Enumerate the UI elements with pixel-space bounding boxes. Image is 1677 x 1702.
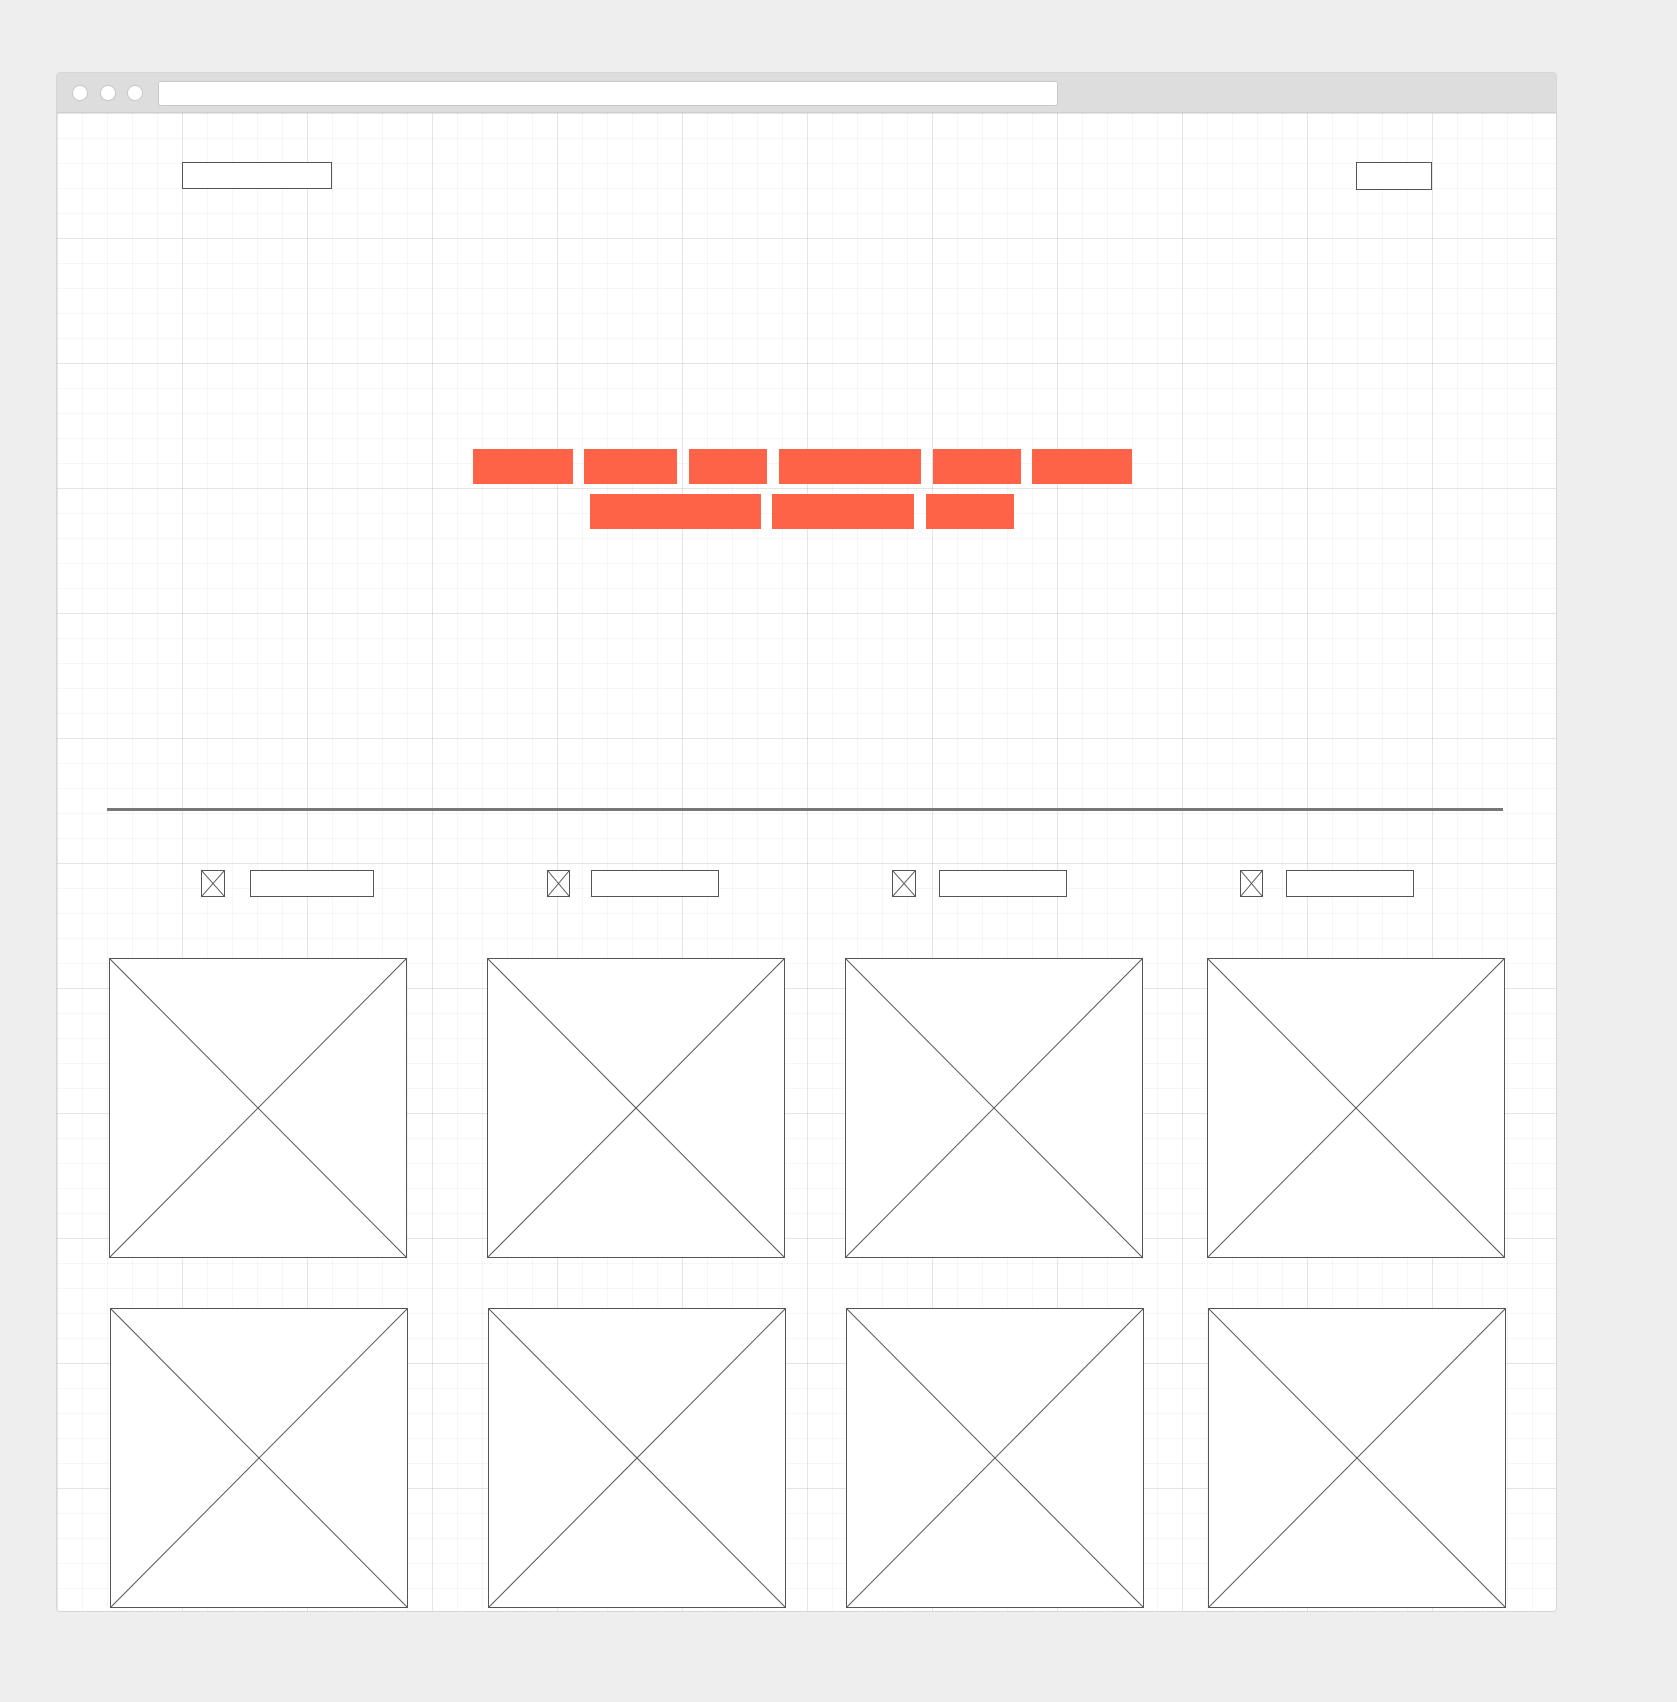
image-placeholder-icon: [111, 1309, 407, 1607]
gallery-item[interactable]: [109, 958, 407, 1258]
image-placeholder-icon: [201, 870, 225, 897]
image-placeholder-icon: [1208, 959, 1504, 1257]
logo-placeholder[interactable]: [182, 162, 332, 189]
hero-headline-word-4: [779, 449, 921, 484]
image-placeholder-icon: [489, 1309, 785, 1607]
hero-headline-word-6: [1032, 449, 1132, 484]
image-placeholder-icon: [847, 1309, 1143, 1607]
hero-headline-word-8: [772, 494, 914, 529]
hero-headline-word-7: [590, 494, 761, 529]
filter-label-2[interactable]: [591, 870, 719, 897]
maximize-dot[interactable]: [127, 85, 143, 101]
image-placeholder-icon: [1240, 870, 1263, 897]
image-placeholder-icon: [488, 959, 784, 1257]
image-placeholder-icon: [846, 959, 1142, 1257]
image-placeholder-icon: [1209, 1309, 1505, 1607]
filter-label-4[interactable]: [1286, 870, 1414, 897]
nav-button[interactable]: [1356, 162, 1432, 190]
image-placeholder-icon: [892, 870, 916, 897]
address-bar[interactable]: [158, 81, 1058, 106]
hero-headline-word-9: [926, 494, 1014, 529]
page: [0, 0, 1677, 1702]
minimize-dot[interactable]: [100, 85, 116, 101]
page-viewport: [57, 113, 1556, 1611]
image-placeholder-icon: [547, 870, 570, 897]
filter-label-3[interactable]: [939, 870, 1067, 897]
image-placeholder-icon: [110, 959, 406, 1257]
gallery-item[interactable]: [846, 1308, 1144, 1608]
browser-window: [56, 72, 1557, 1612]
gallery-item[interactable]: [1207, 958, 1505, 1258]
hero-headline-word-2: [584, 449, 677, 484]
hero-headline-word-5: [933, 449, 1021, 484]
hero-headline-word-1: [473, 449, 573, 484]
filter-label-1[interactable]: [250, 870, 374, 897]
browser-toolbar: [57, 73, 1556, 113]
close-dot[interactable]: [72, 85, 88, 101]
gallery-item[interactable]: [1208, 1308, 1506, 1608]
gallery-item[interactable]: [845, 958, 1143, 1258]
gallery-item[interactable]: [110, 1308, 408, 1608]
hero-headline-word-3: [689, 449, 767, 484]
section-divider: [107, 808, 1503, 811]
gallery-item[interactable]: [487, 958, 785, 1258]
gallery-item[interactable]: [488, 1308, 786, 1608]
